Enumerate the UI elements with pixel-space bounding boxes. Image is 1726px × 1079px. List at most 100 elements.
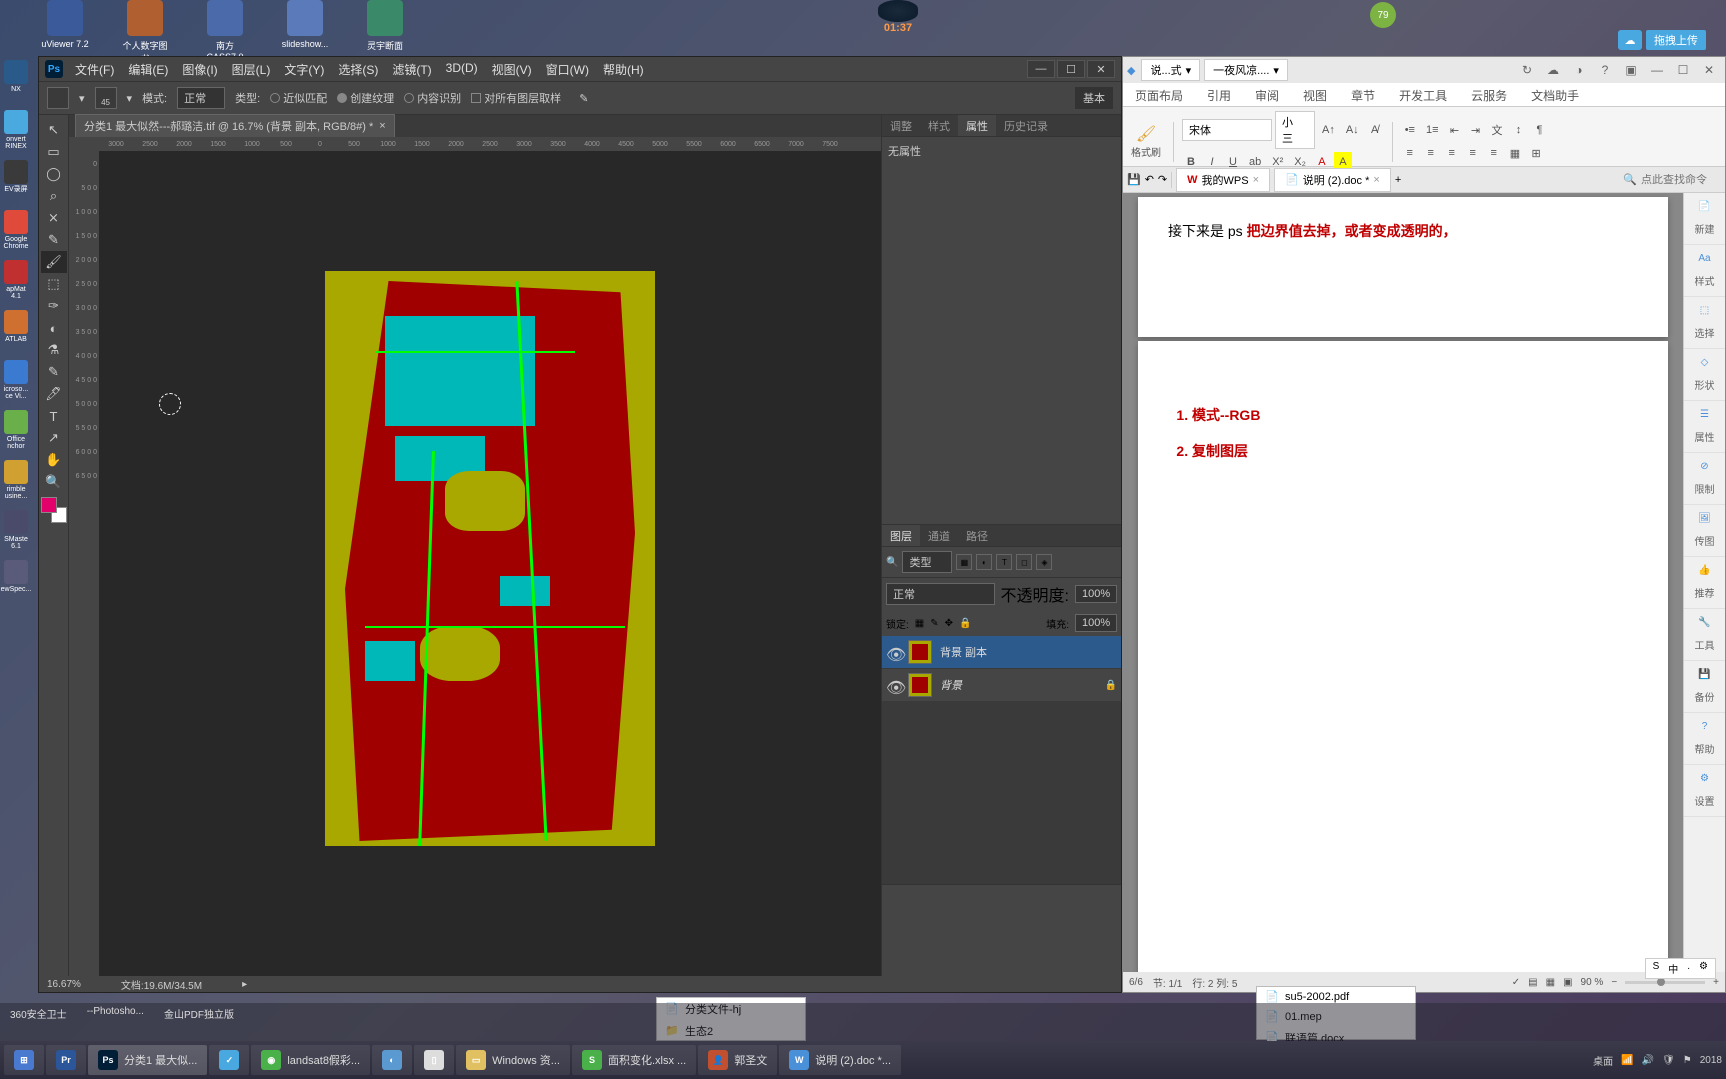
desktop-icon[interactable]: apMat 4.1 — [2, 260, 30, 302]
side-panel-item[interactable]: 👍推荐 — [1684, 557, 1725, 609]
doc-size[interactable]: 文档:19.6M/34.5M — [121, 977, 202, 992]
side-panel-item[interactable]: ⊘限制 — [1684, 453, 1725, 505]
layer-item[interactable]: 👁 背景 🔒 — [882, 669, 1121, 702]
side-panel-item[interactable]: 💾备份 — [1684, 661, 1725, 713]
side-panel-item[interactable]: ◇形状 — [1684, 349, 1725, 401]
ribbon-tab[interactable]: 文档助手 — [1519, 83, 1591, 106]
wps-maximize-button[interactable]: ☐ — [1671, 61, 1695, 79]
panel-tab[interactable]: 历史记录 — [996, 115, 1056, 136]
shrink-font-button[interactable]: A↓ — [1342, 120, 1363, 140]
taskbar-item[interactable]: Pr — [46, 1045, 86, 1075]
desktop-icon[interactable]: rimble usine... — [2, 460, 30, 502]
lock-paint-icon[interactable]: ✎ — [930, 618, 938, 629]
ribbon-tab[interactable]: 引用 — [1195, 83, 1243, 106]
menu-item[interactable]: 选择(S) — [338, 61, 378, 78]
eraser-tool[interactable]: ⚗ — [41, 339, 67, 361]
taskbar-item[interactable]: ✓ — [209, 1045, 249, 1075]
wps-close-button[interactable]: ✕ — [1697, 61, 1721, 79]
wps-cloud-icon[interactable]: ☁ — [1541, 61, 1565, 79]
tray-network-icon[interactable]: 📶 — [1621, 1055, 1633, 1066]
font-size-dropdown[interactable]: 小三 — [1275, 111, 1315, 149]
layer-item[interactable]: 👁 背景 副本 — [882, 636, 1121, 669]
side-panel-item[interactable]: ⬚选择 — [1684, 297, 1725, 349]
fill-value[interactable]: 100% — [1075, 614, 1117, 632]
desktop-icon[interactable]: ATLAB — [2, 310, 30, 352]
hand-tool[interactable]: ✋ — [41, 449, 67, 471]
desktop-icon[interactable]: Google Chrome — [2, 210, 30, 252]
wps-sync-icon[interactable]: ↻ — [1515, 61, 1539, 79]
wps-fullscreen-button[interactable]: ▣ — [1619, 61, 1643, 79]
stamp-tool[interactable]: ✑ — [41, 295, 67, 317]
marquee-tool[interactable]: ▭ — [41, 141, 67, 163]
lasso-tool[interactable]: ◯ — [41, 163, 67, 185]
brush-tool[interactable]: ⬚ — [41, 273, 67, 295]
page-indicator[interactable]: 6/6 — [1129, 977, 1143, 988]
ribbon-tab[interactable]: 开发工具 — [1387, 83, 1459, 106]
ime-item[interactable]: ⚙ — [1696, 961, 1711, 976]
save-icon[interactable]: 💾 — [1127, 173, 1141, 186]
panel-tab[interactable]: 属性 — [958, 115, 996, 136]
desktop-icon[interactable]: EV录屏 — [2, 160, 30, 202]
redo-icon[interactable]: ↷ — [1158, 173, 1167, 186]
start-app[interactable]: 360安全卫士 — [0, 1003, 77, 1041]
tray-volume-icon[interactable]: 🔊 — [1642, 1055, 1654, 1066]
side-panel-item[interactable]: ?帮助 — [1684, 713, 1725, 765]
menu-item[interactable]: 图像(I) — [182, 61, 217, 78]
workspace-button[interactable]: 基本 — [1075, 87, 1113, 109]
filter-text-icon[interactable]: T — [996, 554, 1012, 570]
check-all-layers[interactable]: 对所有图层取样 — [471, 90, 561, 106]
chevron-down-icon[interactable]: ▾ — [79, 92, 85, 105]
ribbon-tab[interactable]: 章节 — [1339, 83, 1387, 106]
ps-maximize-button[interactable]: ☐ — [1057, 60, 1085, 78]
ime-tray[interactable]: S中.⚙ — [1645, 958, 1716, 979]
close-icon[interactable]: × — [379, 120, 385, 132]
clock-widget[interactable]: 01:37 — [868, 0, 928, 40]
shading-button[interactable]: ▦ — [1506, 143, 1524, 163]
taskbar-item[interactable]: ▭Windows 资... — [456, 1045, 570, 1075]
ime-item[interactable]: . — [1684, 961, 1693, 976]
doc-tab[interactable]: 📄说明 (2).doc *× — [1274, 168, 1391, 192]
side-panel-item[interactable]: Aa样式 — [1684, 245, 1725, 297]
ribbon-tab[interactable]: 云服务 — [1459, 83, 1519, 106]
text-direction-button[interactable]: 文 — [1488, 120, 1507, 140]
score-badge[interactable]: 79 — [1370, 2, 1396, 28]
numbering-button[interactable]: 1≡ — [1422, 120, 1443, 140]
radio-content-aware[interactable]: 内容识别 — [404, 90, 461, 106]
side-panel-item[interactable]: ⚙设置 — [1684, 765, 1725, 817]
ribbon-tab[interactable]: 审阅 — [1243, 83, 1291, 106]
zoom-out-button[interactable]: − — [1611, 977, 1617, 988]
visibility-icon[interactable]: 👁 — [886, 645, 900, 659]
desktop-icon[interactable]: Office nchor — [2, 410, 30, 452]
taskbar-item[interactable]: ◐ — [372, 1045, 412, 1075]
menu-item[interactable]: 文字(Y) — [284, 61, 324, 78]
zoom-slider[interactable] — [1625, 981, 1705, 984]
taskbar-item[interactable]: ⊞ — [4, 1045, 44, 1075]
tray-flag-icon[interactable]: ⚑ — [1683, 1055, 1692, 1066]
align-left-button[interactable]: ≡ — [1401, 143, 1419, 163]
ime-item[interactable]: 中 — [1665, 961, 1681, 976]
clear-format-button[interactable]: A̸ — [1366, 120, 1384, 140]
taskbar-item[interactable]: ◉landsat8假彩... — [251, 1045, 370, 1075]
desktop-icon[interactable]: NX — [2, 60, 30, 102]
side-panel-item[interactable]: 🖼传图 — [1684, 505, 1725, 557]
start-app[interactable]: 金山PDF独立版 — [154, 1003, 244, 1041]
grow-font-button[interactable]: A↑ — [1318, 120, 1339, 140]
brush-preview[interactable]: 45 — [95, 87, 117, 109]
visibility-icon[interactable]: 👁 — [886, 678, 900, 692]
title-tab[interactable]: 说...式▾ — [1141, 59, 1200, 81]
filter-pixel-icon[interactable]: ▦ — [956, 554, 972, 570]
zoom-level[interactable]: 16.67% — [47, 979, 81, 990]
filter-smart-icon[interactable]: ◈ — [1036, 554, 1052, 570]
wps-skin-icon[interactable]: ◑ — [1567, 61, 1591, 79]
layer-thumbnail[interactable] — [908, 640, 932, 664]
spell-check-icon[interactable]: ✓ — [1512, 977, 1520, 988]
menu-item[interactable]: 文件(F) — [75, 61, 114, 78]
blend-mode-dropdown[interactable]: 正常 — [886, 583, 995, 605]
ime-item[interactable]: S — [1650, 961, 1663, 976]
move-tool[interactable]: ↖ — [41, 119, 67, 141]
side-panel-item[interactable]: 🔧工具 — [1684, 609, 1725, 661]
taskbar-item[interactable]: S面积变化.xlsx ... — [572, 1045, 696, 1075]
radio-create-texture[interactable]: 创建纹理 — [337, 90, 394, 106]
cloud-upload[interactable]: ☁ 拖拽上传 — [1618, 30, 1706, 50]
panel-tab[interactable]: 路径 — [958, 525, 996, 546]
